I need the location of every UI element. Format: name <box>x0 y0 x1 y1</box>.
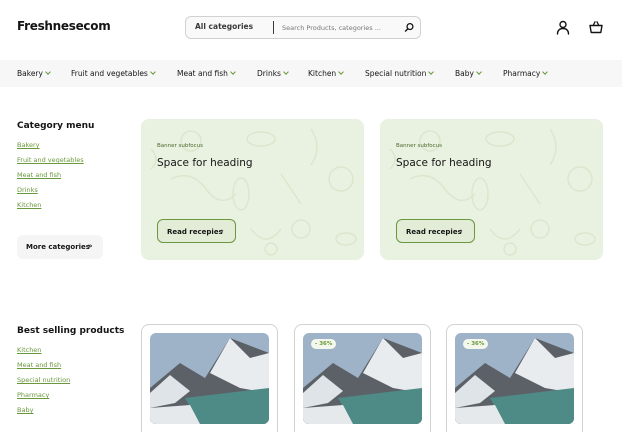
nav-item-meat-and-fish[interactable]: Meat and fish <box>177 69 236 78</box>
category-nav: Bakery Fruit and vegetables Meat and fis… <box>0 60 622 87</box>
nav-item-special-nutrition[interactable]: Special nutrition <box>365 69 435 78</box>
chevron-down-icon <box>476 69 482 75</box>
promo-banner: Banner subfocus Space for heading Read r… <box>141 119 364 260</box>
best-selling-link-kitchen[interactable]: Kitchen <box>17 346 41 354</box>
chevron-down-icon <box>45 69 51 75</box>
category-menu-title: Category menu <box>17 121 95 131</box>
banner-heading: Space for heading <box>157 157 253 169</box>
best-selling-link-special-nutrition[interactable]: Special nutrition <box>17 376 70 384</box>
category-link-meat-and-fish[interactable]: Meat and fish <box>17 171 61 179</box>
chevron-down-icon <box>542 69 549 75</box>
logo[interactable]: Freshnesecom <box>17 19 111 33</box>
more-categories-button[interactable]: More categories » <box>17 235 103 259</box>
read-recipes-label: Read recepies <box>167 228 223 236</box>
discount-badge: - 36% <box>311 339 337 349</box>
category-link-fruit-and-vegetables[interactable]: Fruit and vegetables <box>17 156 84 164</box>
discount-badge: - 36% <box>463 339 489 349</box>
nav-item-drinks[interactable]: Drinks <box>257 69 289 78</box>
search-divider <box>273 21 274 34</box>
chevron-right-icon: › <box>221 227 224 235</box>
chevron-down-icon <box>230 69 236 75</box>
product-card[interactable] <box>141 324 278 432</box>
chevron-right-icon: › <box>460 227 463 235</box>
product-card[interactable]: - 36% <box>446 324 583 432</box>
read-recipes-button[interactable]: Read recepies › <box>157 219 236 243</box>
category-select[interactable]: All categories <box>195 22 253 31</box>
category-link-bakery[interactable]: Bakery <box>17 141 40 149</box>
search-input[interactable] <box>282 20 392 35</box>
nav-item-fruit-and-vegetables[interactable]: Fruit and vegetables <box>71 69 156 78</box>
banner-subfocus: Banner subfocus <box>396 143 443 149</box>
chevron-down-icon <box>338 69 345 75</box>
more-categories-label: More categories <box>26 243 90 251</box>
search-icon[interactable] <box>404 22 415 33</box>
best-selling-title: Best selling products <box>17 326 125 336</box>
search-bar: All categories <box>185 16 421 39</box>
banner-subfocus: Banner subfocus <box>157 143 204 149</box>
nav-item-baby[interactable]: Baby <box>455 69 482 78</box>
nav-item-pharmacy[interactable]: Pharmacy <box>503 69 549 78</box>
user-icon[interactable] <box>556 20 570 35</box>
chevron-down-icon <box>150 69 156 75</box>
best-selling-link-meat-and-fish[interactable]: Meat and fish <box>17 361 61 369</box>
nav-item-kitchen[interactable]: Kitchen <box>308 69 345 78</box>
category-link-kitchen[interactable]: Kitchen <box>17 201 41 209</box>
chevron-down-icon <box>428 69 435 75</box>
chevron-right-icon: » <box>88 242 93 250</box>
read-recipes-button[interactable]: Read recepies › <box>396 219 475 243</box>
header: Freshnesecom All categories <box>0 0 622 58</box>
best-selling-link-baby[interactable]: Baby <box>17 406 33 414</box>
banner-heading: Space for heading <box>396 157 492 169</box>
category-link-drinks[interactable]: Drinks <box>17 186 38 194</box>
best-selling-link-pharmacy[interactable]: Pharmacy <box>17 391 49 399</box>
read-recipes-label: Read recepies <box>406 228 462 236</box>
product-card[interactable]: - 36% <box>294 324 431 432</box>
chevron-down-icon <box>283 69 289 75</box>
product-image <box>150 333 269 424</box>
promo-banner: Banner subfocus Space for heading Read r… <box>380 119 603 260</box>
basket-icon[interactable] <box>589 20 603 34</box>
nav-item-bakery[interactable]: Bakery <box>17 69 51 78</box>
